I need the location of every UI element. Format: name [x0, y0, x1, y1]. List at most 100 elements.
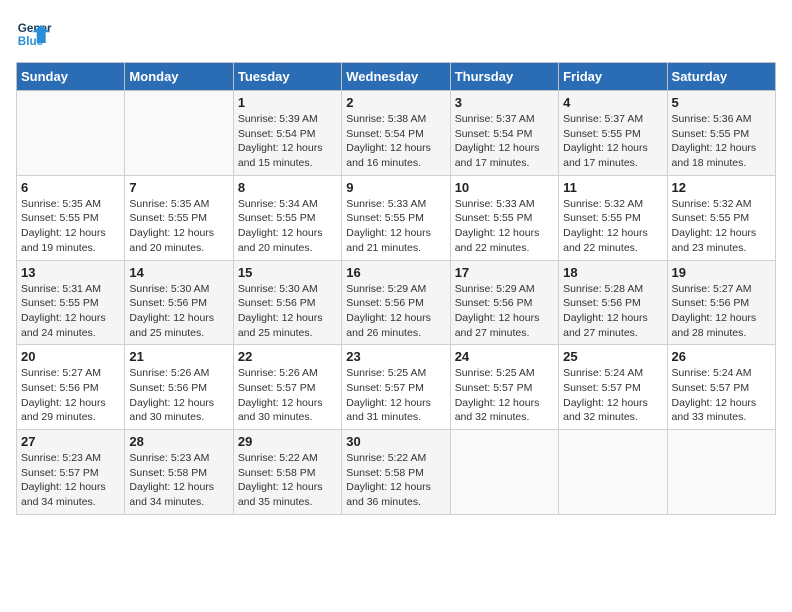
calendar-cell: 12 Sunrise: 5:32 AM Sunset: 5:55 PM Dayli…	[667, 175, 775, 260]
calendar-cell: 14 Sunrise: 5:30 AM Sunset: 5:56 PM Dayli…	[125, 260, 233, 345]
calendar-cell: 23 Sunrise: 5:25 AM Sunset: 5:57 PM Dayli…	[342, 345, 450, 430]
day-number: 4	[563, 95, 662, 110]
day-number: 3	[455, 95, 554, 110]
day-number: 14	[129, 265, 228, 280]
calendar-week-row: 27 Sunrise: 5:23 AM Sunset: 5:57 PM Dayli…	[17, 430, 776, 515]
day-number: 11	[563, 180, 662, 195]
calendar-cell: 3 Sunrise: 5:37 AM Sunset: 5:54 PM Daylig…	[450, 91, 558, 176]
calendar-cell: 17 Sunrise: 5:29 AM Sunset: 5:56 PM Dayli…	[450, 260, 558, 345]
day-detail: Sunrise: 5:24 AM Sunset: 5:57 PM Dayligh…	[563, 366, 662, 425]
page-header: General Blue	[16, 16, 776, 52]
day-detail: Sunrise: 5:25 AM Sunset: 5:57 PM Dayligh…	[346, 366, 445, 425]
day-number: 10	[455, 180, 554, 195]
calendar-cell: 5 Sunrise: 5:36 AM Sunset: 5:55 PM Daylig…	[667, 91, 775, 176]
header-day-saturday: Saturday	[667, 63, 775, 91]
calendar-cell	[17, 91, 125, 176]
calendar-cell: 21 Sunrise: 5:26 AM Sunset: 5:56 PM Dayli…	[125, 345, 233, 430]
day-detail: Sunrise: 5:26 AM Sunset: 5:57 PM Dayligh…	[238, 366, 337, 425]
day-detail: Sunrise: 5:31 AM Sunset: 5:55 PM Dayligh…	[21, 282, 120, 341]
header-day-monday: Monday	[125, 63, 233, 91]
day-number: 25	[563, 349, 662, 364]
day-number: 16	[346, 265, 445, 280]
calendar-cell: 24 Sunrise: 5:25 AM Sunset: 5:57 PM Dayli…	[450, 345, 558, 430]
header-day-wednesday: Wednesday	[342, 63, 450, 91]
day-detail: Sunrise: 5:35 AM Sunset: 5:55 PM Dayligh…	[129, 197, 228, 256]
calendar-week-row: 13 Sunrise: 5:31 AM Sunset: 5:55 PM Dayli…	[17, 260, 776, 345]
calendar-cell	[125, 91, 233, 176]
day-number: 9	[346, 180, 445, 195]
day-number: 8	[238, 180, 337, 195]
day-detail: Sunrise: 5:30 AM Sunset: 5:56 PM Dayligh…	[238, 282, 337, 341]
calendar-cell: 11 Sunrise: 5:32 AM Sunset: 5:55 PM Dayli…	[559, 175, 667, 260]
day-number: 19	[672, 265, 771, 280]
calendar-cell: 19Sunrise: 5:27 AM Sunset: 5:56 PM Dayli…	[667, 260, 775, 345]
day-detail: Sunrise: 5:23 AM Sunset: 5:58 PM Dayligh…	[129, 451, 228, 510]
day-number: 27	[21, 434, 120, 449]
day-detail: Sunrise: 5:22 AM Sunset: 5:58 PM Dayligh…	[238, 451, 337, 510]
calendar-cell: 7 Sunrise: 5:35 AM Sunset: 5:55 PM Daylig…	[125, 175, 233, 260]
day-detail: Sunrise: 5:29 AM Sunset: 5:56 PM Dayligh…	[346, 282, 445, 341]
day-detail: Sunrise: 5:38 AM Sunset: 5:54 PM Dayligh…	[346, 112, 445, 171]
calendar-cell: 28 Sunrise: 5:23 AM Sunset: 5:58 PM Dayli…	[125, 430, 233, 515]
day-number: 12	[672, 180, 771, 195]
calendar-cell: 29 Sunrise: 5:22 AM Sunset: 5:58 PM Dayli…	[233, 430, 341, 515]
calendar-cell: 9Sunrise: 5:33 AM Sunset: 5:55 PM Daylig…	[342, 175, 450, 260]
calendar-header-row: SundayMondayTuesdayWednesdayThursdayFrid…	[17, 63, 776, 91]
day-detail: Sunrise: 5:23 AM Sunset: 5:57 PM Dayligh…	[21, 451, 120, 510]
day-detail: Sunrise: 5:39 AM Sunset: 5:54 PM Dayligh…	[238, 112, 337, 171]
day-detail: Sunrise: 5:32 AM Sunset: 5:55 PM Dayligh…	[563, 197, 662, 256]
calendar-cell: 26 Sunrise: 5:24 AM Sunset: 5:57 PM Dayli…	[667, 345, 775, 430]
day-detail: Sunrise: 5:27 AM Sunset: 5:56 PM Dayligh…	[21, 366, 120, 425]
calendar-cell	[450, 430, 558, 515]
day-detail: Sunrise: 5:32 AM Sunset: 5:55 PM Dayligh…	[672, 197, 771, 256]
calendar-cell: 18Sunrise: 5:28 AM Sunset: 5:56 PM Dayli…	[559, 260, 667, 345]
day-detail: Sunrise: 5:34 AM Sunset: 5:55 PM Dayligh…	[238, 197, 337, 256]
day-detail: Sunrise: 5:33 AM Sunset: 5:55 PM Dayligh…	[455, 197, 554, 256]
day-detail: Sunrise: 5:28 AM Sunset: 5:56 PM Dayligh…	[563, 282, 662, 341]
calendar-cell	[667, 430, 775, 515]
day-detail: Sunrise: 5:25 AM Sunset: 5:57 PM Dayligh…	[455, 366, 554, 425]
calendar-cell: 4 Sunrise: 5:37 AM Sunset: 5:55 PM Daylig…	[559, 91, 667, 176]
day-detail: Sunrise: 5:30 AM Sunset: 5:56 PM Dayligh…	[129, 282, 228, 341]
header-day-friday: Friday	[559, 63, 667, 91]
day-number: 5	[672, 95, 771, 110]
calendar-cell: 27 Sunrise: 5:23 AM Sunset: 5:57 PM Dayli…	[17, 430, 125, 515]
header-day-sunday: Sunday	[17, 63, 125, 91]
day-number: 29	[238, 434, 337, 449]
calendar-cell: 16 Sunrise: 5:29 AM Sunset: 5:56 PM Dayli…	[342, 260, 450, 345]
day-detail: Sunrise: 5:24 AM Sunset: 5:57 PM Dayligh…	[672, 366, 771, 425]
calendar-cell: 8 Sunrise: 5:34 AM Sunset: 5:55 PM Daylig…	[233, 175, 341, 260]
calendar-week-row: 6Sunrise: 5:35 AM Sunset: 5:55 PM Daylig…	[17, 175, 776, 260]
calendar-week-row: 1Sunrise: 5:39 AM Sunset: 5:54 PM Daylig…	[17, 91, 776, 176]
logo: General Blue	[16, 16, 52, 52]
day-detail: Sunrise: 5:36 AM Sunset: 5:55 PM Dayligh…	[672, 112, 771, 171]
day-number: 15	[238, 265, 337, 280]
day-number: 28	[129, 434, 228, 449]
calendar-cell: 22Sunrise: 5:26 AM Sunset: 5:57 PM Dayli…	[233, 345, 341, 430]
day-number: 30	[346, 434, 445, 449]
calendar-week-row: 20 Sunrise: 5:27 AM Sunset: 5:56 PM Dayli…	[17, 345, 776, 430]
calendar-cell: 13 Sunrise: 5:31 AM Sunset: 5:55 PM Dayli…	[17, 260, 125, 345]
day-number: 17	[455, 265, 554, 280]
calendar-cell	[559, 430, 667, 515]
logo-icon: General Blue	[16, 16, 52, 52]
day-number: 2	[346, 95, 445, 110]
day-number: 26	[672, 349, 771, 364]
day-detail: Sunrise: 5:37 AM Sunset: 5:55 PM Dayligh…	[563, 112, 662, 171]
calendar-table: SundayMondayTuesdayWednesdayThursdayFrid…	[16, 62, 776, 515]
day-number: 24	[455, 349, 554, 364]
day-detail: Sunrise: 5:29 AM Sunset: 5:56 PM Dayligh…	[455, 282, 554, 341]
day-number: 21	[129, 349, 228, 364]
calendar-cell: 2 Sunrise: 5:38 AM Sunset: 5:54 PM Daylig…	[342, 91, 450, 176]
calendar-cell: 30 Sunrise: 5:22 AM Sunset: 5:58 PM Dayli…	[342, 430, 450, 515]
day-number: 13	[21, 265, 120, 280]
day-detail: Sunrise: 5:35 AM Sunset: 5:55 PM Dayligh…	[21, 197, 120, 256]
svg-text:General: General	[18, 22, 52, 35]
day-detail: Sunrise: 5:26 AM Sunset: 5:56 PM Dayligh…	[129, 366, 228, 425]
day-number: 23	[346, 349, 445, 364]
day-detail: Sunrise: 5:22 AM Sunset: 5:58 PM Dayligh…	[346, 451, 445, 510]
day-detail: Sunrise: 5:37 AM Sunset: 5:54 PM Dayligh…	[455, 112, 554, 171]
calendar-cell: 20 Sunrise: 5:27 AM Sunset: 5:56 PM Dayli…	[17, 345, 125, 430]
day-number: 20	[21, 349, 120, 364]
day-number: 7	[129, 180, 228, 195]
